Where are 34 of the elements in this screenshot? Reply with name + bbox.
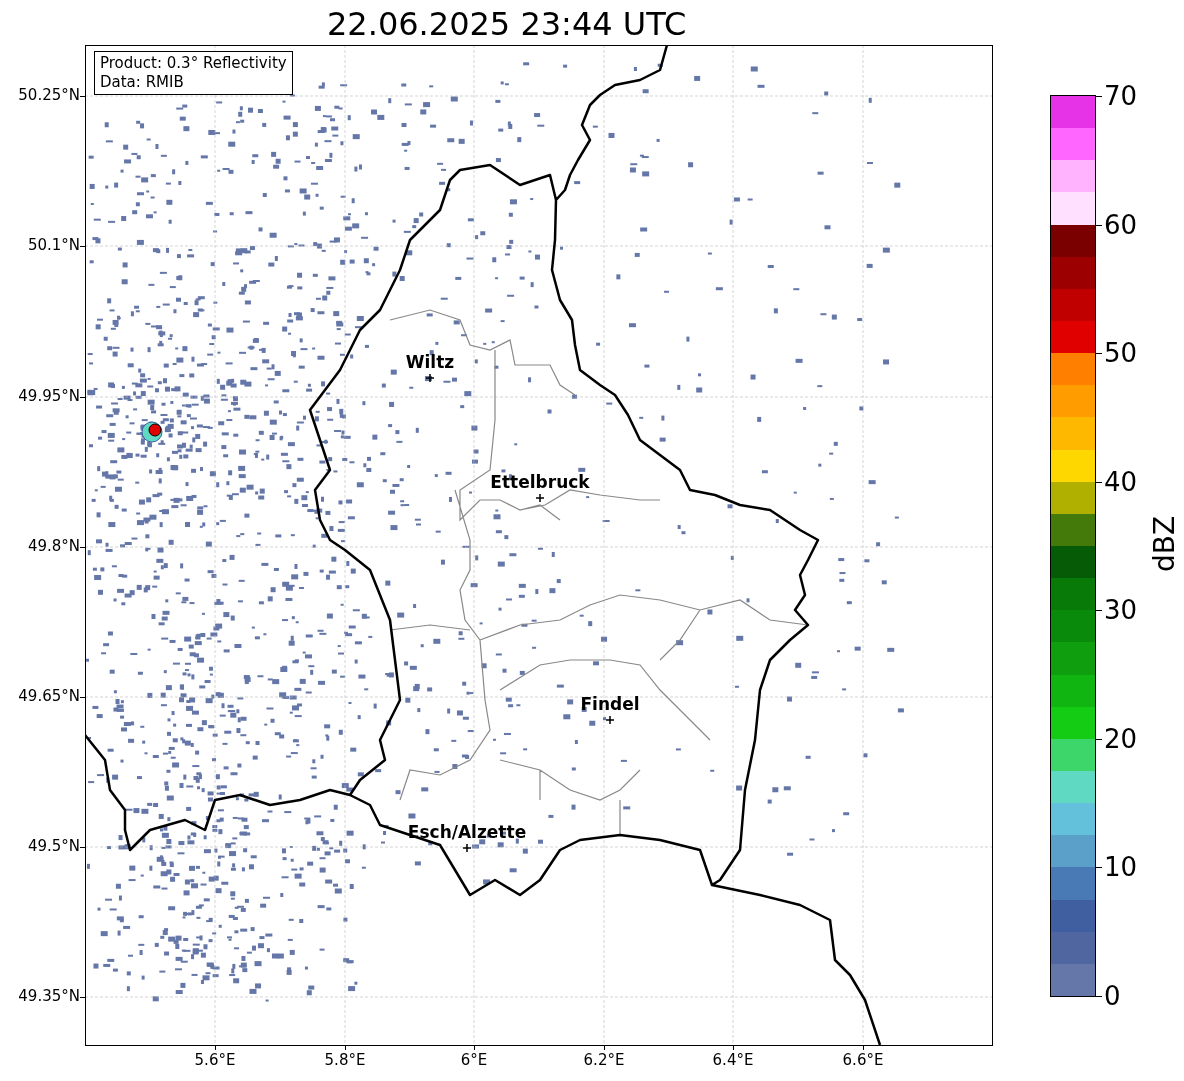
axis-tick-label: 6.4°E (712, 1053, 754, 1068)
axis-tick-label: 5.8°E (324, 1053, 366, 1068)
axis-tick-label: 6.2°E (583, 1053, 625, 1068)
city-marker-icon (535, 493, 545, 503)
colorbar-tick-label: 40 (1104, 468, 1138, 495)
city-marker-icon (462, 843, 472, 853)
colorbar-tick-label: 50 (1104, 340, 1138, 367)
colorbar-label: dBZ (1151, 515, 1180, 573)
city-label: Findel (580, 696, 640, 713)
axis-tick-label: 50.1°N (26, 238, 80, 253)
colorbar-tick-label: 60 (1104, 211, 1138, 238)
info-text: Product: 0.3° Reflectivity (100, 54, 287, 73)
city-marker-icon (605, 715, 615, 725)
city-marker-icon (425, 373, 435, 383)
city-label: Esch/Alzette (407, 824, 527, 841)
axis-tick-label: 6.6°E (842, 1053, 884, 1068)
colorbar-tick-label: 30 (1104, 597, 1138, 624)
axis-tick-label: 6°E (460, 1053, 488, 1068)
colorbar-tick-label: 0 (1104, 983, 1121, 1009)
city-label: Wiltz (405, 354, 455, 371)
axis-tick-label: 5.6°E (194, 1053, 236, 1068)
info-text: Data: RMIB (100, 73, 185, 92)
radar-site-icon (141, 421, 163, 443)
axis-tick-label: 49.65°N (17, 689, 80, 704)
axis-tick-label: 49.5°N (26, 839, 80, 854)
colorbar-tick-label: 70 (1104, 83, 1138, 109)
axis-tick-label: 50.25°N (17, 88, 80, 103)
colorbar-tick-label: 10 (1104, 854, 1138, 881)
axis-tick-label: 49.95°N (17, 389, 80, 404)
colorbar-tick-label: 20 (1104, 725, 1138, 752)
axis-tick-label: 49.35°N (17, 989, 80, 1004)
chart-title: 22.06.2025 23:44 UTC (327, 8, 687, 40)
axis-tick-label: 49.8°N (26, 539, 80, 554)
city-label: Ettelbruck (490, 474, 590, 491)
